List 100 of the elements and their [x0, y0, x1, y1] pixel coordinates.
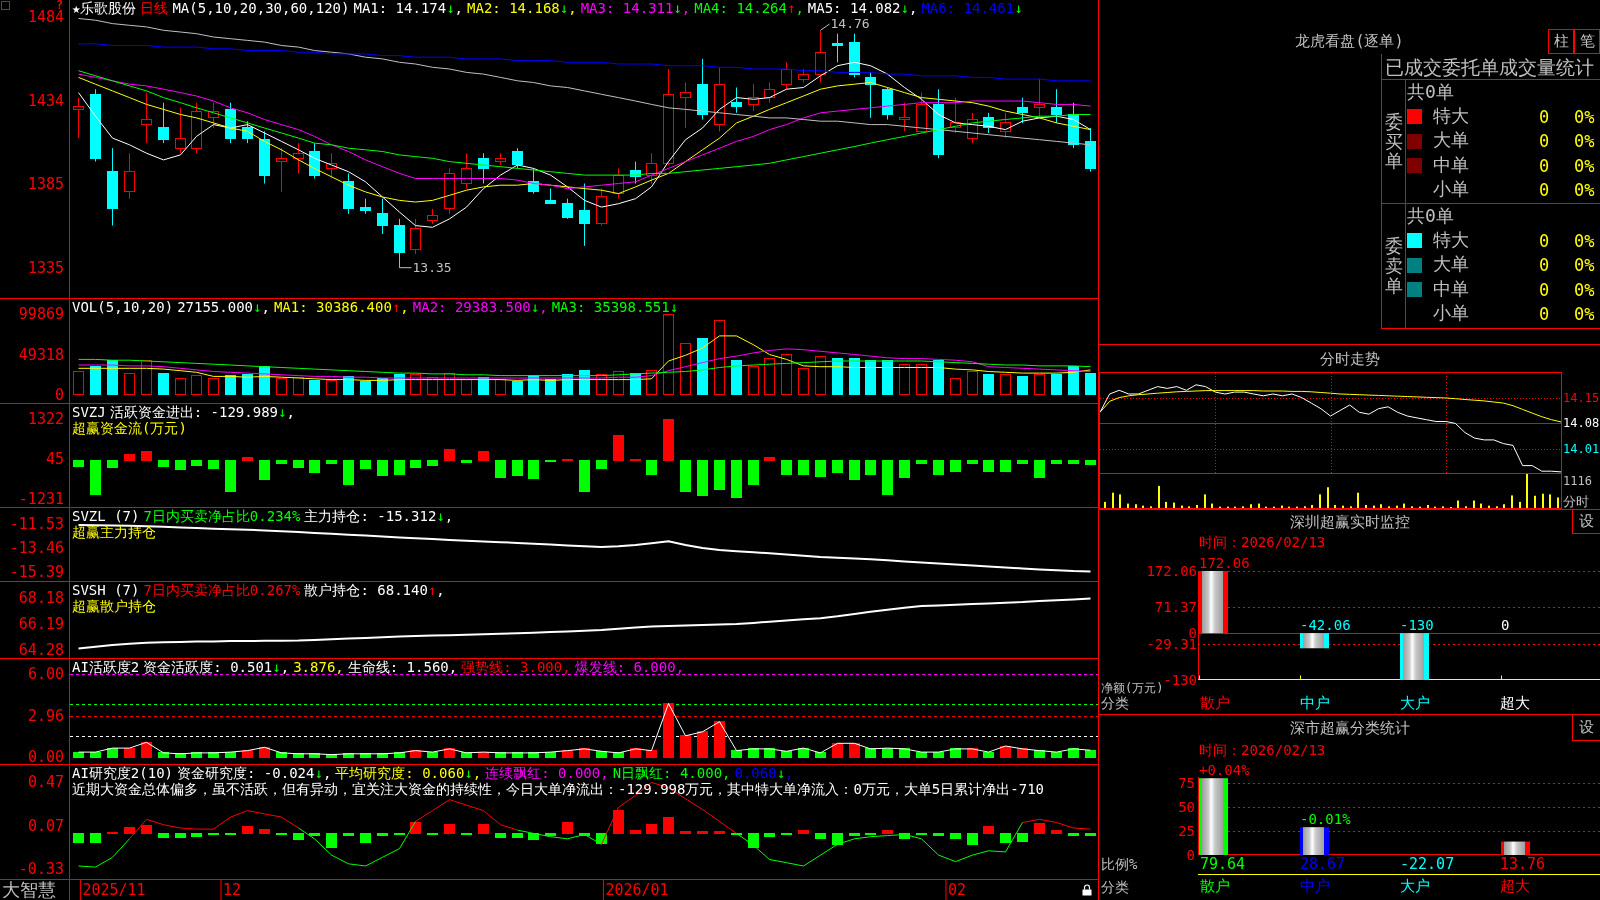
- bar: [191, 375, 202, 396]
- settings-button[interactable]: 设: [1572, 715, 1600, 741]
- indicator-legend: MA3: 35398.551↓: [551, 299, 679, 315]
- ratio-value: 28.67: [1300, 854, 1346, 873]
- bar: [916, 363, 927, 396]
- indicator-legend: MA6: 14.461↓: [921, 0, 1023, 16]
- bar: [882, 829, 893, 834]
- indicator-legend: 7日内买卖净占比0.267%: [143, 582, 301, 598]
- bar: [967, 371, 978, 396]
- bar: [764, 832, 775, 838]
- indicator-legend: 7日内买卖净占比0.234%: [143, 508, 301, 524]
- bar: [680, 459, 691, 492]
- time-label: 时间：2026/02/13: [1199, 534, 1326, 551]
- bar: [73, 832, 84, 843]
- axis-label: 49318: [18, 348, 64, 363]
- bar: [293, 459, 304, 469]
- bar: [293, 753, 304, 758]
- axis-label: 71.37: [1154, 600, 1197, 615]
- bar: [983, 459, 994, 473]
- bar: [478, 824, 489, 834]
- bar: [141, 450, 152, 461]
- bar: [950, 378, 961, 396]
- data-label: 0: [1501, 617, 1510, 634]
- axis-label: 1385: [27, 176, 64, 191]
- order-size-label: 小单: [1433, 178, 1469, 200]
- order-size-label: 中单: [1433, 277, 1469, 299]
- bar: [175, 832, 186, 839]
- order-total: 共0单: [1407, 206, 1454, 227]
- order-share: 0%: [1574, 230, 1595, 251]
- bar: [748, 366, 759, 396]
- bar: [461, 752, 472, 758]
- order-count: 0: [1538, 131, 1550, 152]
- bar: [630, 829, 641, 834]
- category-label: 大户: [1400, 693, 1430, 712]
- indicator-legend: MA1: 14.174↓,: [353, 0, 464, 16]
- bar: [1000, 745, 1011, 758]
- axis-label: 45: [45, 452, 64, 467]
- bar: [1034, 374, 1045, 396]
- bar: [377, 832, 388, 837]
- bar: [849, 459, 860, 481]
- bar: [1017, 375, 1028, 396]
- bar: [90, 832, 101, 843]
- bar: [815, 355, 826, 396]
- bar: [680, 735, 691, 758]
- bar: [242, 826, 253, 834]
- indicator-note: 超赢散户持仓: [72, 598, 157, 614]
- bar: [1085, 749, 1096, 758]
- indicator-legend: 3.876,: [293, 659, 344, 675]
- bar: [545, 379, 556, 396]
- bar: [158, 373, 169, 396]
- bar: [124, 372, 135, 396]
- bar: [293, 376, 304, 396]
- bar: [832, 742, 843, 758]
- square-icon[interactable]: [1, 1, 10, 10]
- indicator-legend: N日飘红: 4.000,: [612, 765, 731, 781]
- bar: [849, 358, 860, 396]
- chart-mode-button[interactable]: 柱: [1548, 29, 1574, 54]
- line-series: [78, 703, 1091, 756]
- panel-title: 分时走势: [1319, 349, 1380, 368]
- bar: [781, 459, 792, 476]
- bar: [141, 825, 152, 834]
- help-button[interactable]: ?: [56, 0, 64, 10]
- bar: [579, 459, 590, 492]
- order-share: 0%: [1574, 155, 1595, 176]
- axis-label: 6.00: [27, 667, 64, 682]
- bar: [1000, 374, 1011, 396]
- chart-mode-button[interactable]: 笔: [1574, 29, 1600, 54]
- bar: [950, 832, 961, 840]
- indicator-legend: 爆发线: 6.000,: [574, 659, 685, 675]
- bar: [950, 459, 961, 473]
- bar: [798, 829, 809, 834]
- bar: [781, 354, 792, 396]
- bar: [748, 832, 759, 849]
- bar: [191, 832, 202, 838]
- category-label: 超大: [1500, 693, 1530, 712]
- indicator-legend: MA2: 14.168↓,: [467, 0, 577, 16]
- axis-label: 2.96: [27, 709, 64, 724]
- data-label: -130: [1400, 617, 1434, 634]
- order-count: 0: [1538, 304, 1550, 325]
- category-label: 超大: [1500, 877, 1530, 895]
- bar: [1000, 459, 1011, 473]
- bar: [663, 702, 674, 758]
- group-label: 委买单: [1384, 111, 1403, 172]
- bar: [714, 459, 725, 491]
- order-share: 0%: [1574, 180, 1595, 201]
- bar: [832, 459, 843, 474]
- axis-label: 0.07: [27, 818, 64, 833]
- settings-button[interactable]: 设: [1572, 510, 1600, 534]
- candlestick: [680, 82, 691, 129]
- bar: [360, 459, 371, 470]
- bar: [360, 832, 371, 843]
- bar: [410, 822, 421, 834]
- candlestick: [832, 33, 843, 63]
- candlestick: [343, 172, 354, 215]
- indicator-legend: 0.060↓,: [734, 765, 794, 781]
- order-size-label: 大单: [1433, 253, 1469, 275]
- axis-label: 1335: [27, 260, 64, 275]
- bar: [73, 371, 84, 396]
- bar: [815, 752, 826, 758]
- bar: [175, 753, 186, 758]
